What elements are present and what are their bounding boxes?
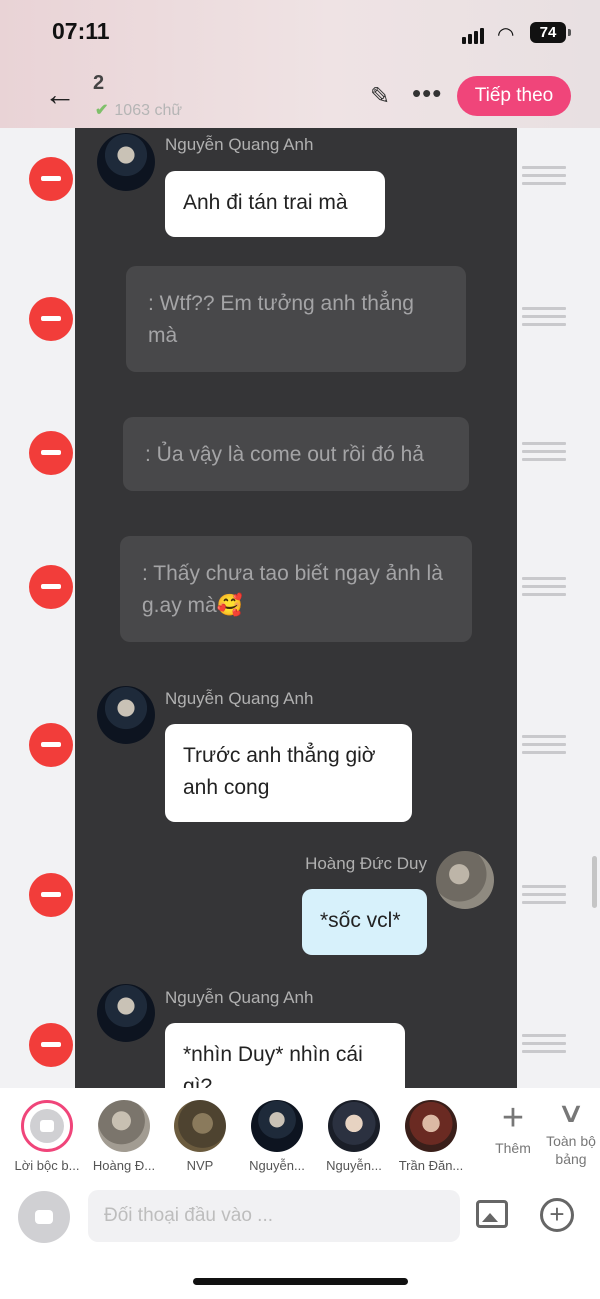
back-arrow-icon[interactable]: ← [44, 78, 76, 110]
chapter-title: 2 [93, 72, 105, 94]
more-options-icon[interactable]: ••• [412, 78, 442, 109]
message-bubble[interactable]: Anh đi tán trai mà [165, 171, 385, 237]
all-board-button[interactable]: ∨ Toàn bộ bảng [540, 1098, 600, 1168]
wifi-icon: ◠ [497, 24, 515, 46]
add-circle-icon[interactable]: + [540, 1198, 574, 1232]
message-bubble[interactable]: *sốc vcl* [302, 889, 427, 955]
sender-name: Nguyễn Quang Anh [165, 988, 314, 1007]
avatar [98, 1100, 150, 1152]
fade-edge [474, 1088, 480, 1168]
delete-row-button[interactable] [29, 1023, 73, 1067]
chevron-down-icon: ∨ [556, 1097, 586, 1128]
all-board-label: Toàn bộ bảng [546, 1133, 596, 1167]
sender-name: Nguyễn Quang Anh [165, 135, 314, 154]
delete-row-button[interactable] [29, 297, 73, 341]
battery-indicator: 74 [530, 22, 571, 43]
drag-handle-icon[interactable] [522, 1034, 566, 1058]
delete-row-button[interactable] [29, 157, 73, 201]
delete-row-button[interactable] [29, 873, 73, 917]
narration-bubble[interactable]: : Ủa vậy là come out rồi đó hả [123, 417, 469, 491]
character-label: Nguyễn... [249, 1158, 305, 1173]
check-icon: ✔ [95, 102, 109, 119]
character-narrator[interactable]: Lời bộc b... [9, 1100, 85, 1173]
word-count-text: 1063 chữ [114, 102, 183, 119]
character-label: NVP [186, 1158, 214, 1173]
bottom-panel: Lời bộc b... Hoàng Đ... NVP Nguyễn... Ng… [0, 1088, 600, 1299]
character-label: Lời bộc b... [14, 1158, 80, 1173]
avatar [97, 133, 155, 191]
edit-pencil-icon[interactable]: ✎ [370, 82, 390, 111]
dialogue-input[interactable]: Đối thoại đầu vào ... [88, 1190, 460, 1242]
signal-icon [462, 26, 486, 44]
message-bubble[interactable]: *nhìn Duy* nhìn cái gì? [165, 1023, 405, 1088]
next-button[interactable]: Tiếp theo [457, 76, 571, 116]
scrollbar[interactable] [592, 856, 597, 908]
delete-row-button[interactable] [29, 565, 73, 609]
top-header: 07:11 ◠ 74 ← 2 ✔ 1063 chữ ✎ ••• Tiếp theo [0, 0, 600, 128]
sender-name: Nguyễn Quang Anh [165, 689, 314, 708]
character-label: Trần Đăn... [398, 1158, 464, 1173]
character-chip[interactable]: NVP [162, 1100, 238, 1173]
narration-bubble[interactable]: : Thấy chưa tao biết ngay ảnh là g.ay mà… [120, 536, 472, 642]
avatar [174, 1100, 226, 1152]
avatar [251, 1100, 303, 1152]
character-chip[interactable]: Nguyễn... [316, 1100, 392, 1173]
character-chip[interactable]: Nguyễn... [239, 1100, 315, 1173]
delete-row-button[interactable] [29, 431, 73, 475]
character-chip[interactable]: Hoàng Đ... [86, 1100, 162, 1173]
message-bubble[interactable]: Trước anh thẳng giờ anh cong [165, 724, 412, 822]
narration-toggle-button[interactable] [18, 1191, 70, 1243]
home-indicator [193, 1278, 408, 1285]
drag-handle-icon[interactable] [522, 442, 566, 466]
avatar [405, 1100, 457, 1152]
sender-name: Hoàng Đức Duy [305, 854, 427, 873]
drag-handle-icon[interactable] [522, 885, 566, 909]
narration-bubble[interactable]: : Wtf?? Em tưởng anh thẳng mà [126, 266, 466, 372]
drag-handle-icon[interactable] [522, 577, 566, 601]
drag-handle-icon[interactable] [522, 735, 566, 759]
character-label: Nguyễn... [326, 1158, 382, 1173]
delete-row-button[interactable] [29, 723, 73, 767]
status-time: 07:11 [52, 18, 110, 44]
avatar [436, 851, 494, 909]
message-list[interactable]: Nguyễn Quang Anh Anh đi tán trai mà : Wt… [0, 128, 600, 1088]
avatar [328, 1100, 380, 1152]
image-icon[interactable] [476, 1200, 508, 1228]
drag-handle-icon[interactable] [522, 307, 566, 331]
avatar [97, 984, 155, 1042]
avatar [97, 686, 155, 744]
word-count: ✔ 1063 chữ [95, 100, 182, 120]
drag-handle-icon[interactable] [522, 166, 566, 190]
add-label: Thêm [495, 1140, 531, 1156]
character-label: Hoàng Đ... [92, 1158, 156, 1173]
narration-icon [21, 1100, 73, 1152]
character-chip[interactable]: Trần Đăn... [393, 1100, 469, 1173]
